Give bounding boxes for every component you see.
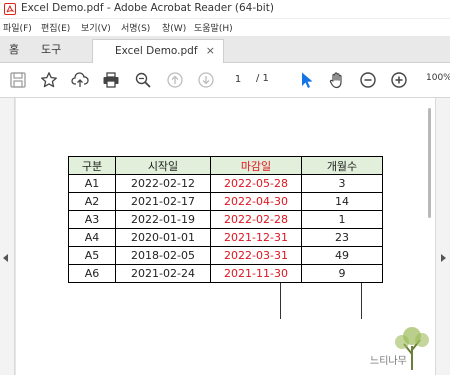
left-pane-toggle[interactable] [0, 98, 15, 375]
pdf-page: 구분 시작일 마감일 개월수 A1 2022-02-12 2022-05-28 … [16, 98, 436, 375]
data-table: 구분 시작일 마감일 개월수 A1 2022-02-12 2022-05-28 … [68, 156, 383, 283]
cell-due-date: 2022-04-30 [210, 192, 302, 211]
cell-start-date: 2022-02-12 [115, 174, 211, 193]
header-months: 개월수 [301, 156, 383, 175]
menu-sign[interactable]: 서명(S) [121, 21, 150, 34]
cell-months: 3 [301, 174, 383, 193]
cell-due-date: 2022-03-31 [210, 246, 302, 265]
cell-due-date: 2022-05-28 [210, 174, 302, 193]
menu-edit[interactable]: 편집(E) [41, 21, 70, 34]
header-start-date: 시작일 [115, 156, 211, 175]
cell-due-date: 2021-11-30 [210, 264, 302, 283]
cell-months: 14 [301, 192, 383, 211]
menu-help[interactable]: 도움말(H) [194, 21, 233, 34]
tab-bar: 홈 도구 Excel Demo.pdf × [0, 36, 450, 63]
page-down-icon[interactable] [197, 71, 215, 89]
collapse-left-icon [3, 254, 8, 262]
cell-months: 49 [301, 246, 383, 265]
zoom-out-icon[interactable] [359, 71, 377, 89]
vertical-scrollbar[interactable] [428, 108, 431, 218]
table-row: A3 2022-01-19 2022-02-28 1 [68, 210, 383, 229]
menu-bar: 파일(F) 편집(E) 보기(V) 서명(S) 창(W) 도움말(H) [0, 19, 450, 35]
print-icon[interactable] [102, 71, 120, 89]
cell-category: A6 [68, 264, 116, 283]
cell-months: 23 [301, 228, 383, 247]
tab-home[interactable]: 홈 [9, 41, 19, 57]
zoom-level[interactable]: 100% [426, 73, 450, 83]
page-up-icon[interactable] [166, 71, 184, 89]
menu-file[interactable]: 파일(F) [3, 21, 32, 34]
cell-months: 1 [301, 210, 383, 229]
close-icon[interactable]: × [206, 44, 215, 57]
cell-category: A4 [68, 228, 116, 247]
acrobat-logo-icon [4, 3, 16, 15]
tab-document[interactable]: Excel Demo.pdf × [92, 39, 224, 63]
tab-document-label: Excel Demo.pdf [115, 45, 198, 57]
zoom-in-icon[interactable] [390, 71, 408, 89]
cell-start-date: 2021-02-17 [115, 192, 211, 211]
hand-tool-icon[interactable] [328, 71, 346, 89]
title-bar: Excel Demo.pdf - Adobe Acrobat Reader (6… [0, 0, 450, 19]
cell-category: A5 [68, 246, 116, 265]
cell-category: A3 [68, 210, 116, 229]
table-row: A2 2021-02-17 2022-04-30 14 [68, 192, 383, 211]
table-header-row: 구분 시작일 마감일 개월수 [68, 156, 383, 175]
page-number-input[interactable]: 1 [226, 71, 250, 88]
document-viewer: 구분 시작일 마감일 개월수 A1 2022-02-12 2022-05-28 … [0, 98, 450, 375]
table-row: A5 2018-02-05 2022-03-31 49 [68, 246, 383, 265]
page-total: / 1 [256, 73, 269, 84]
header-category: 구분 [68, 156, 116, 175]
bookmark-star-icon[interactable] [40, 71, 58, 89]
cell-start-date: 2018-02-05 [115, 246, 211, 265]
save-icon[interactable] [9, 71, 27, 89]
cell-due-date: 2021-12-31 [210, 228, 302, 247]
table-row: A4 2020-01-01 2021-12-31 23 [68, 228, 383, 247]
menu-view[interactable]: 보기(V) [81, 21, 111, 34]
watermark-text: 느티나무 [370, 356, 407, 367]
toolbar: 1 / 1 100% [0, 63, 450, 98]
cell-start-date: 2020-01-01 [115, 228, 211, 247]
table-row: A1 2022-02-12 2022-05-28 3 [68, 174, 383, 193]
cell-category: A2 [68, 192, 116, 211]
cloud-upload-icon[interactable] [71, 71, 89, 89]
table-gridline [361, 283, 362, 319]
select-cursor-icon[interactable] [298, 71, 316, 89]
header-due-date: 마감일 [210, 156, 302, 175]
expand-right-icon [441, 254, 446, 262]
cell-months: 9 [301, 264, 383, 283]
search-zoom-icon[interactable] [134, 71, 152, 89]
cell-start-date: 2021-02-24 [115, 264, 211, 283]
window-title: Excel Demo.pdf - Adobe Acrobat Reader (6… [21, 2, 274, 14]
cell-start-date: 2022-01-19 [115, 210, 211, 229]
tab-tools[interactable]: 도구 [41, 41, 61, 57]
table-gridline [280, 283, 281, 319]
cell-category: A1 [68, 174, 116, 193]
menu-window[interactable]: 창(W) [162, 21, 186, 34]
table-row: A6 2021-02-24 2021-11-30 9 [68, 264, 383, 283]
cell-due-date: 2022-02-28 [210, 210, 302, 229]
